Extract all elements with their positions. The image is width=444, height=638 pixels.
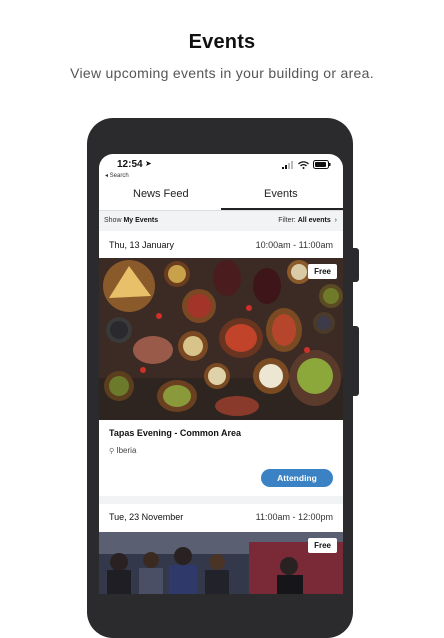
attending-button[interactable]: Attending [261, 469, 333, 487]
battery-icon [313, 160, 331, 169]
tab-events[interactable]: Events [264, 188, 298, 200]
show-prefix: Show [104, 217, 122, 224]
back-to-search-link[interactable]: ◂ Search [105, 172, 129, 179]
event-title: Tapas Evening - Common Area [109, 428, 242, 438]
filter-bar: Show My Events Filter: All events › [99, 211, 343, 231]
status-bar: 12:54 ➤ ◂ Search [99, 154, 343, 182]
page-title: Events [188, 31, 256, 53]
filter-dropdown[interactable]: Filter: All events › [278, 217, 337, 224]
event-photo: Free [99, 532, 343, 594]
event-card[interactable]: Tue, 23 November 11:00am - 12:00pm Free [99, 504, 343, 594]
show-my-events-toggle[interactable]: Show My Events [104, 217, 158, 224]
event-photo: Free [99, 258, 343, 420]
tab-bar: News Feed Events [99, 184, 343, 211]
filter-prefix: Filter: [278, 217, 296, 224]
price-badge: Free [308, 538, 337, 553]
location-arrow-icon: ➤ [145, 159, 152, 168]
location-pin-icon: ⚲ [109, 448, 115, 455]
app-screen: 12:54 ➤ ◂ Search News Feed Events Show M… [99, 154, 343, 594]
cellular-signal-icon [282, 160, 293, 169]
event-people-image [99, 532, 343, 594]
page-subtitle: View upcoming events in your building or… [70, 65, 374, 81]
active-tab-indicator [221, 208, 343, 210]
event-card[interactable]: Thu, 13 January 10:00am - 11:00am Free T… [99, 232, 343, 496]
event-date: Tue, 23 November [109, 512, 184, 522]
wifi-icon [298, 160, 309, 169]
tab-news-feed[interactable]: News Feed [133, 188, 189, 200]
price-badge: Free [308, 264, 337, 279]
show-value: My Events [123, 217, 159, 224]
card-separator [99, 496, 343, 504]
volume-button [353, 248, 359, 282]
filter-value: All events [297, 217, 331, 224]
event-time: 10:00am - 11:00am [255, 240, 333, 250]
tapas-food-image [99, 258, 343, 420]
event-location: ⚲ Iberia [109, 446, 136, 455]
event-location-text: Iberia [116, 446, 137, 455]
power-button [353, 326, 359, 396]
event-time: 11:00am - 12:00pm [255, 512, 333, 522]
event-date: Thu, 13 January [109, 240, 175, 250]
status-time: 12:54 [117, 159, 143, 170]
chevron-right-icon: › [332, 217, 337, 224]
